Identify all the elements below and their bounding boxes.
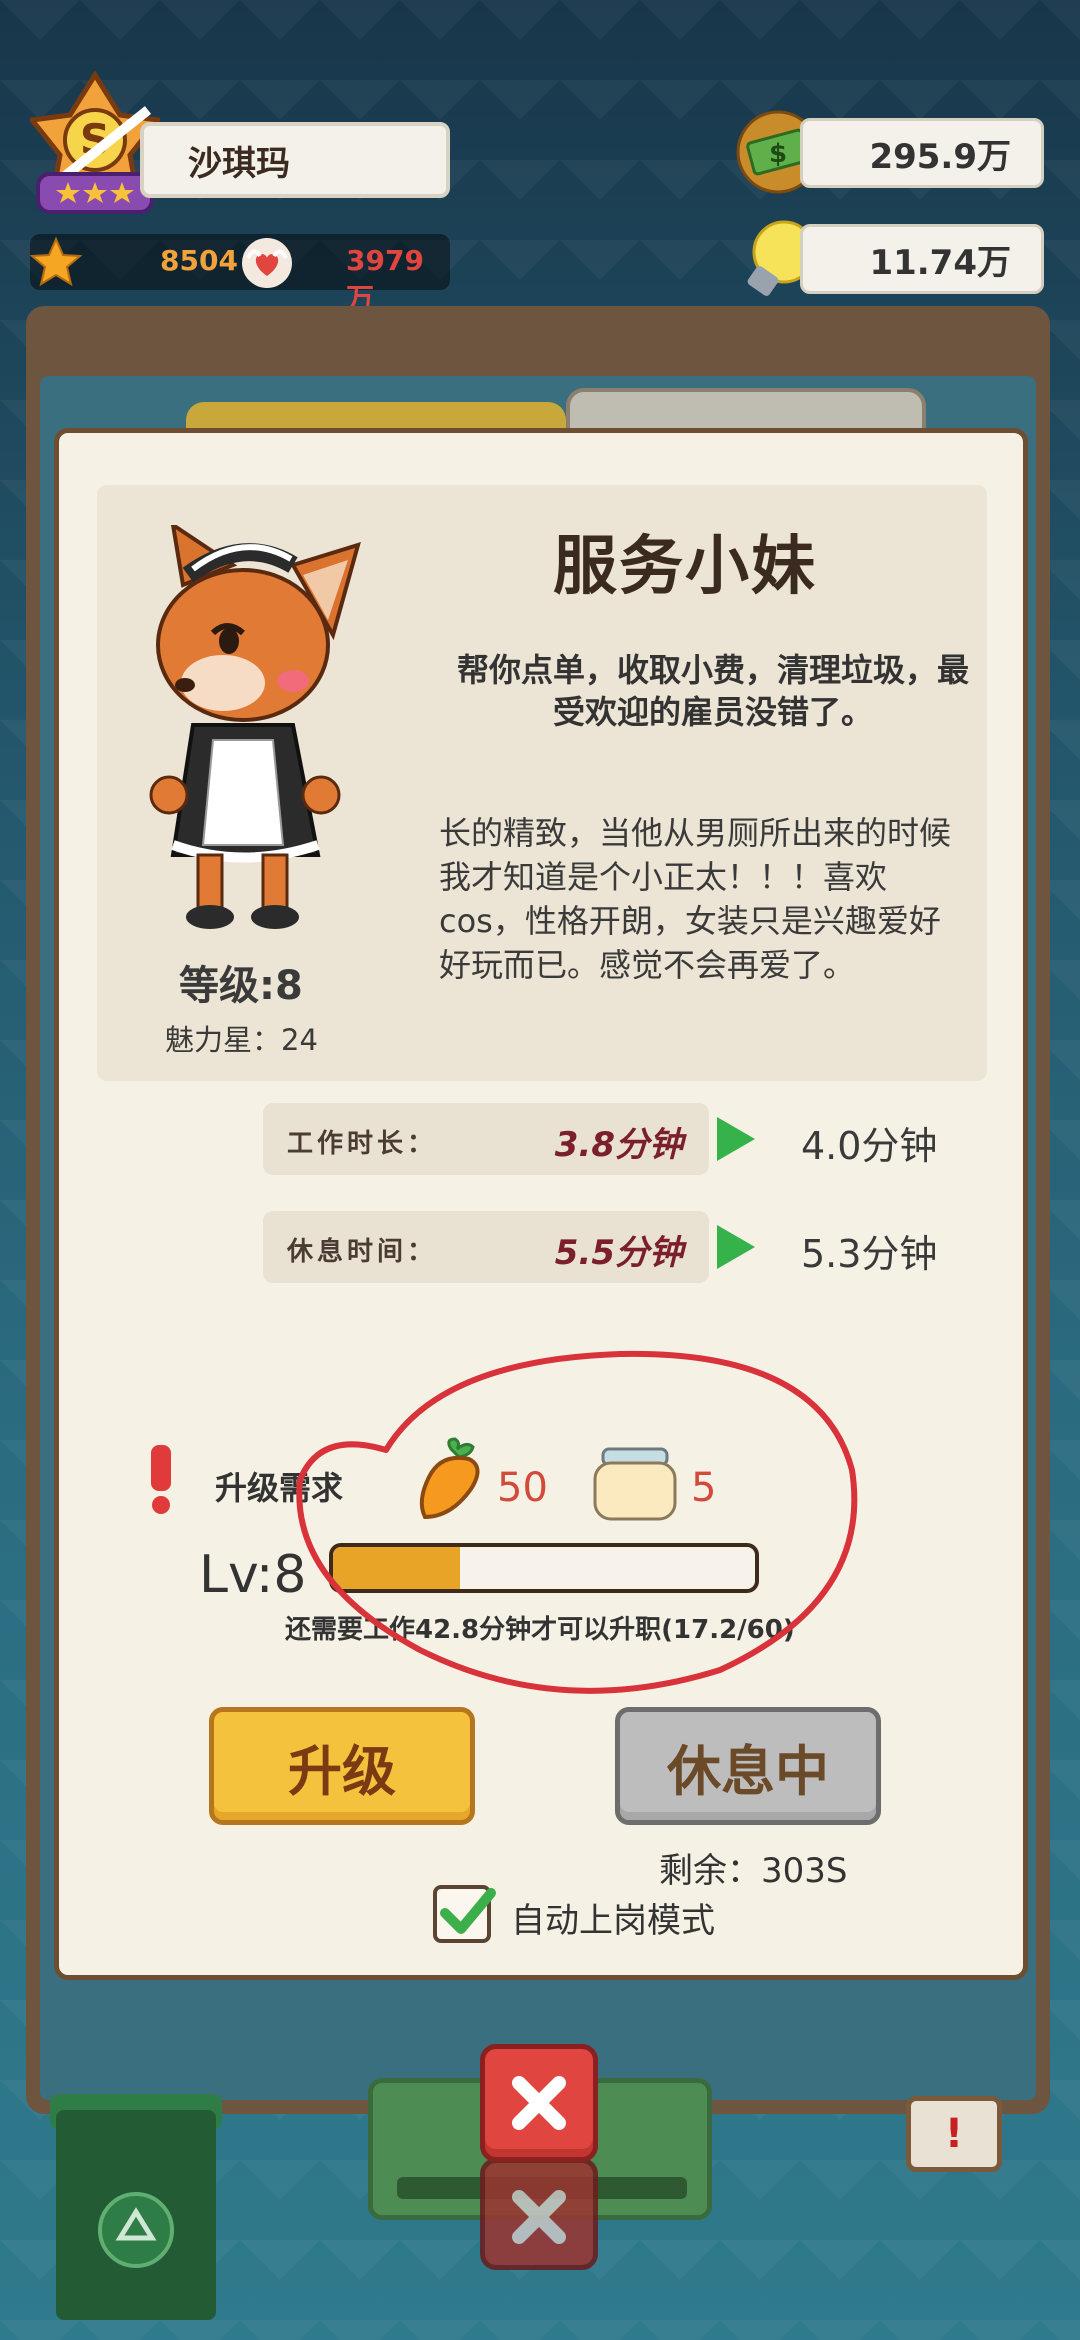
work-time-label: 工作时长： xyxy=(287,1129,438,1159)
arrow-right-icon xyxy=(717,1117,755,1161)
remaining-time: 剩余：303S xyxy=(659,1851,848,1891)
warning-button[interactable]: ! xyxy=(906,2096,1002,2172)
work-time-row: 工作时长： 3.8分钟 xyxy=(263,1103,709,1175)
info-box: 服务小妹 帮你点单，收取小费，清理垃圾，最受欢迎的雇员没错了。 长的精致，当他从… xyxy=(97,485,987,1081)
rest-time-next: 5.3分钟 xyxy=(801,1232,938,1276)
employee-short-desc: 帮你点单，收取小费，清理垃圾，最受欢迎的雇员没错了。 xyxy=(456,651,969,731)
svg-text:$: $ xyxy=(769,139,787,169)
carrot-count: 50 xyxy=(497,1465,548,1511)
checkmark-icon xyxy=(440,1888,496,1934)
recycle-bin[interactable] xyxy=(56,2110,216,2320)
employee-level: 等级:8 xyxy=(179,963,303,1009)
auto-mode-checkbox[interactable] xyxy=(433,1885,496,1943)
upgrade-progress-note: 还需要工作42.8分钟才可以升职(17.2/60) xyxy=(285,1615,795,1645)
work-time-current: 3.8分钟 xyxy=(554,1125,683,1165)
exclamation-icon xyxy=(151,1445,171,1514)
upgrade-requirement-label: 升级需求 xyxy=(215,1469,344,1507)
rest-time-current: 5.5分钟 xyxy=(554,1233,683,1273)
recycle-icon xyxy=(98,2192,174,2268)
money-value[interactable]: 295.9万 xyxy=(800,118,1044,188)
employee-long-desc: 长的精致，当他从男厕所出来的时候我才知道是个小正太！！！喜欢cos，性格开朗，女… xyxy=(439,814,952,984)
upgrade-progress-bar xyxy=(329,1543,759,1593)
work-time-next: 4.0分钟 xyxy=(801,1124,938,1168)
stars-value: 8504 xyxy=(160,244,238,277)
jar-icon xyxy=(593,1447,677,1521)
close-button[interactable] xyxy=(480,2044,598,2162)
deer-maid-character xyxy=(149,525,361,929)
player-name[interactable]: 沙琪玛 xyxy=(140,122,450,198)
employee-title: 服务小妹 xyxy=(553,530,817,604)
player-stats-bar: 8504 3979万 xyxy=(30,234,450,315)
auto-mode-label[interactable]: 自动上岗模式 xyxy=(511,1893,715,1942)
close-icon xyxy=(512,2076,566,2130)
employee-detail-card: 服务小妹 帮你点单，收取小费，清理垃圾，最受欢迎的雇员没错了。 长的精致，当他从… xyxy=(54,428,1028,1980)
rest-time-label: 休息时间： xyxy=(287,1237,438,1267)
star-icon xyxy=(30,236,82,287)
rest-time-row: 休息时间： 5.5分钟 xyxy=(263,1211,709,1283)
resting-button[interactable]: 休息中 xyxy=(615,1707,881,1825)
upgrade-button[interactable]: 升级 xyxy=(209,1707,475,1825)
close-icon xyxy=(512,2190,566,2244)
level-short: Lv:8 xyxy=(199,1545,307,1605)
carrot-icon xyxy=(419,1437,480,1520)
close-button-shadow xyxy=(480,2158,598,2270)
heart-angel-icon xyxy=(242,238,292,288)
upgrade-progress-fill xyxy=(333,1547,460,1589)
jar-count: 5 xyxy=(691,1465,717,1511)
lightbulb-value[interactable]: 11.74万 xyxy=(800,224,1044,294)
arrow-right-icon xyxy=(717,1225,755,1269)
employee-charm: 魅力星：24 xyxy=(165,1023,318,1057)
